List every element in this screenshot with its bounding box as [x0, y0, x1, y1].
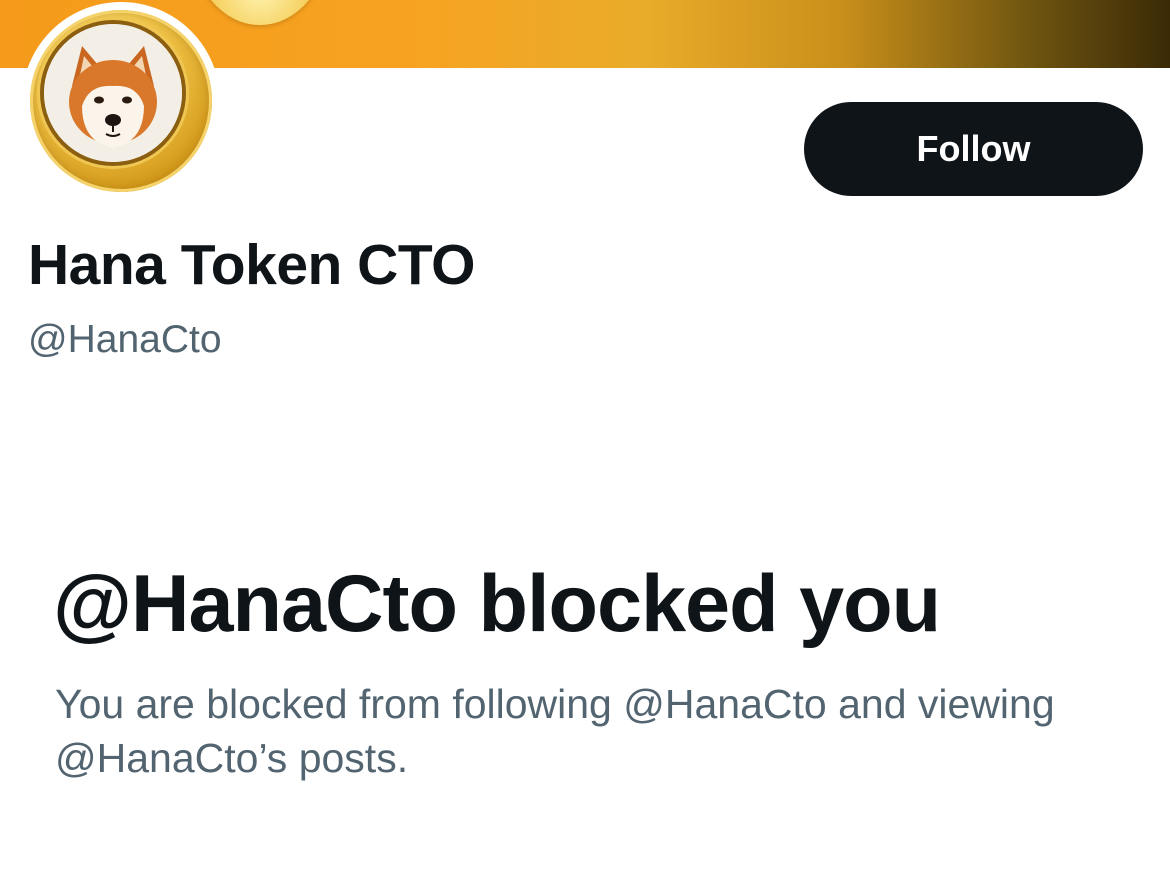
shiba-inu-icon — [44, 24, 182, 162]
blocked-notice-description: You are blocked from following @HanaCto … — [55, 681, 1055, 781]
avatar[interactable] — [22, 2, 220, 200]
follow-button[interactable]: Follow — [804, 102, 1143, 196]
shiba-inu-avatar-image — [44, 24, 182, 162]
banner-coin-image — [190, 0, 330, 25]
blocked-notice-title: @HanaCto blocked you — [53, 559, 941, 649]
profile-handle: @HanaCto — [28, 318, 222, 361]
profile-display-name: Hana Token CTO — [28, 233, 475, 297]
